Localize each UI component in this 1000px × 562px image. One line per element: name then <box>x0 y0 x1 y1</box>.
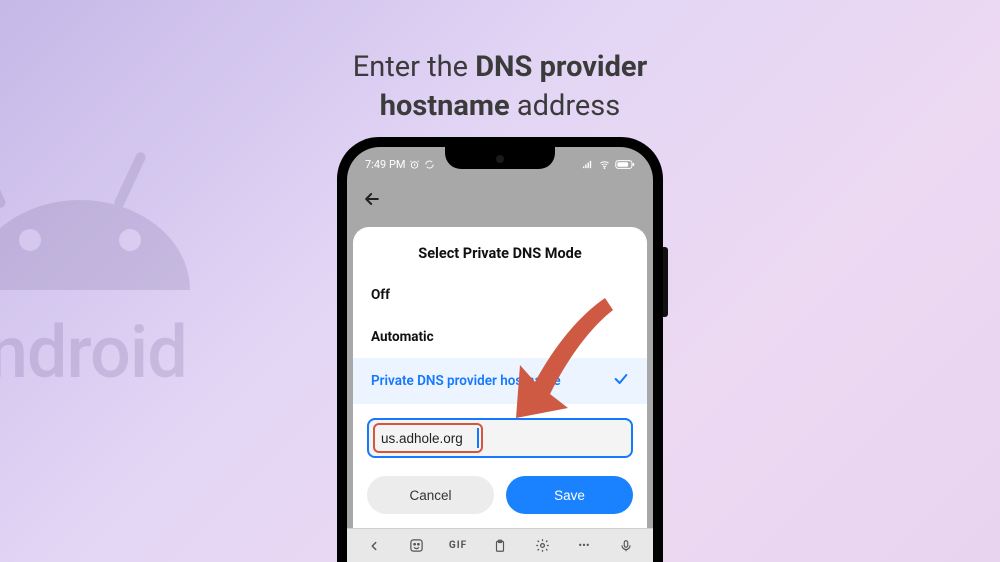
battery-icon <box>615 159 635 170</box>
card-title: Select Private DNS Mode <box>353 245 647 262</box>
headline-post: address <box>510 89 621 123</box>
kbd-settings-button[interactable] <box>526 529 558 562</box>
wifi-icon <box>598 159 611 170</box>
instruction-headline: Enter the DNS provider hostname address <box>0 48 1000 126</box>
button-row: Cancel Save <box>353 458 647 514</box>
hostname-input-wrap <box>367 418 633 458</box>
android-robot-icon <box>0 120 190 320</box>
kbd-sticker-button[interactable] <box>400 529 432 562</box>
phone-notch <box>445 147 555 169</box>
signal-icon <box>581 159 594 170</box>
kbd-mic-button[interactable] <box>610 529 642 562</box>
kbd-collapse-button[interactable] <box>358 529 390 562</box>
callout-arrow-icon <box>510 290 640 424</box>
kbd-more-button[interactable]: ••• <box>568 529 600 562</box>
keyboard-toolbar: GIF ••• <box>347 528 653 562</box>
headline-pre: Enter the <box>353 50 475 84</box>
alarm-icon <box>409 159 420 170</box>
save-button[interactable]: Save <box>506 476 633 514</box>
kbd-clipboard-button[interactable] <box>484 529 516 562</box>
option-automatic-label: Automatic <box>371 329 434 345</box>
text-caret <box>477 428 479 448</box>
headline-bold-1: DNS provider <box>475 50 647 84</box>
headline-bold-2: hostname <box>380 89 510 123</box>
cancel-button[interactable]: Cancel <box>367 476 494 514</box>
app-bar <box>347 177 653 221</box>
back-button[interactable] <box>361 188 383 210</box>
option-off-label: Off <box>371 287 390 303</box>
hostname-input[interactable] <box>367 418 633 458</box>
sync-icon <box>424 159 435 170</box>
kbd-gif-button[interactable]: GIF <box>442 529 474 562</box>
stage: android Enter the DNS provider hostname … <box>0 0 1000 562</box>
android-wordmark: android <box>0 310 187 395</box>
status-time: 7:49 PM <box>365 158 405 171</box>
